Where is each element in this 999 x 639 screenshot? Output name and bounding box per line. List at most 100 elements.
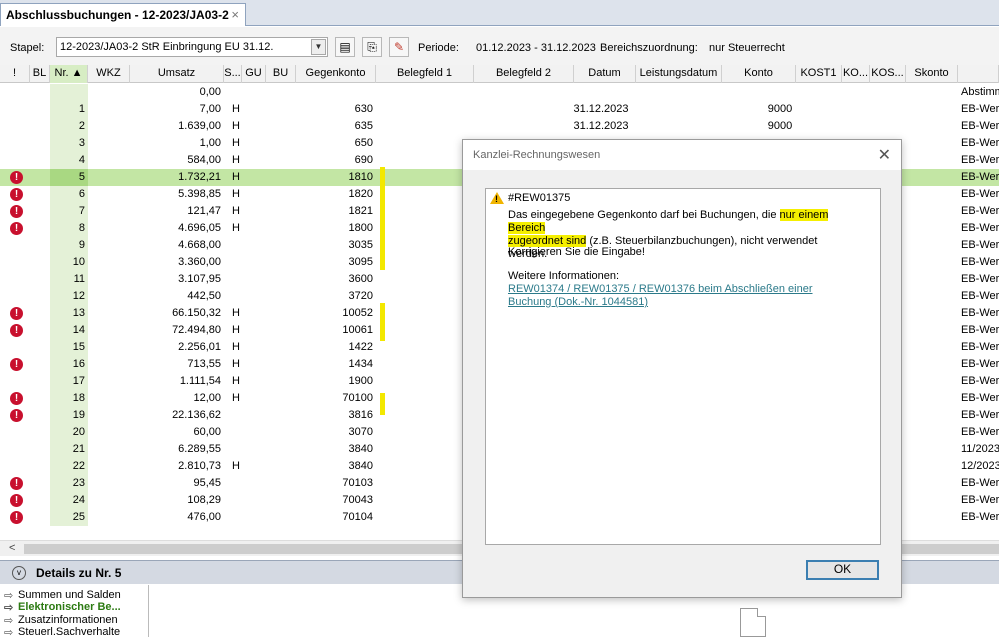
gegenkonto-cell[interactable]: 10061 xyxy=(296,322,376,339)
gegenkonto-cell[interactable] xyxy=(296,84,376,101)
gegenkonto-cell[interactable]: 1810 xyxy=(296,169,376,186)
soll-haben-cell[interactable] xyxy=(224,441,242,458)
nr-cell[interactable]: 17 xyxy=(50,373,88,390)
error-cell[interactable]: ! xyxy=(0,203,30,220)
ok-button[interactable]: OK xyxy=(806,560,879,580)
soll-haben-cell[interactable]: H xyxy=(224,135,242,152)
error-icon[interactable]: ! xyxy=(10,511,23,524)
soll-haben-cell[interactable] xyxy=(224,509,242,526)
soll-haben-cell[interactable]: H xyxy=(224,118,242,135)
info-cell[interactable]: EB-Wert xyxy=(958,271,999,288)
error-cell[interactable]: ! xyxy=(0,475,30,492)
info-cell[interactable]: Abstimm xyxy=(958,84,999,101)
column-header[interactable]: Nr. ▲ xyxy=(50,65,88,83)
gegenkonto-cell[interactable]: 635 xyxy=(296,118,376,135)
error-cell[interactable] xyxy=(0,339,30,356)
column-header[interactable]: KOST1 xyxy=(796,65,842,83)
soll-haben-cell[interactable]: H xyxy=(224,169,242,186)
scroll-left-icon[interactable]: < xyxy=(9,542,15,554)
error-cell[interactable]: ! xyxy=(0,186,30,203)
column-header[interactable]: Umsatz xyxy=(130,65,224,83)
column-header[interactable]: Gegenkonto xyxy=(296,65,376,83)
umsatz-cell[interactable]: 5.398,85 xyxy=(130,186,224,203)
error-icon[interactable]: ! xyxy=(10,171,23,184)
nr-cell[interactable]: 1 xyxy=(50,101,88,118)
nr-cell[interactable]: 24 xyxy=(50,492,88,509)
error-cell[interactable] xyxy=(0,118,30,135)
nr-cell[interactable]: 7 xyxy=(50,203,88,220)
info-cell[interactable]: 11/2023 xyxy=(958,441,999,458)
nr-cell[interactable]: 20 xyxy=(50,424,88,441)
umsatz-cell[interactable]: 72.494,80 xyxy=(130,322,224,339)
close-icon[interactable]: ✕ xyxy=(878,145,891,165)
export-icon[interactable]: ⎘ xyxy=(362,37,382,57)
gegenkonto-cell[interactable]: 1820 xyxy=(296,186,376,203)
umsatz-cell[interactable]: 0,00 xyxy=(130,84,224,101)
column-header[interactable]: KO... xyxy=(842,65,870,83)
soll-haben-cell[interactable]: H xyxy=(224,458,242,475)
umsatz-cell[interactable]: 2.810,73 xyxy=(130,458,224,475)
table-row[interactable]: 0,00 Abstimm xyxy=(0,84,999,101)
error-cell[interactable] xyxy=(0,237,30,254)
nr-cell[interactable]: 11 xyxy=(50,271,88,288)
gegenkonto-cell[interactable]: 3720 xyxy=(296,288,376,305)
soll-haben-cell[interactable] xyxy=(224,424,242,441)
nr-cell[interactable]: 13 xyxy=(50,305,88,322)
chevron-down-icon[interactable]: ▼ xyxy=(311,39,326,55)
pencil-icon[interactable]: ✎ xyxy=(389,37,409,57)
nr-cell[interactable]: 14 xyxy=(50,322,88,339)
umsatz-cell[interactable]: 4.696,05 xyxy=(130,220,224,237)
nr-cell[interactable]: 10 xyxy=(50,254,88,271)
info-cell[interactable]: EB-Wert xyxy=(958,305,999,322)
info-cell[interactable]: EB-Wert xyxy=(958,152,999,169)
nr-cell[interactable]: 6 xyxy=(50,186,88,203)
soll-haben-cell[interactable]: H xyxy=(224,305,242,322)
error-cell[interactable] xyxy=(0,101,30,118)
info-cell[interactable]: EB-Wert xyxy=(958,373,999,390)
umsatz-cell[interactable]: 3.360,00 xyxy=(130,254,224,271)
soll-haben-cell[interactable]: H xyxy=(224,101,242,118)
umsatz-cell[interactable]: 7,00 xyxy=(130,101,224,118)
gegenkonto-cell[interactable]: 3816 xyxy=(296,407,376,424)
umsatz-cell[interactable]: 442,50 xyxy=(130,288,224,305)
soll-haben-cell[interactable] xyxy=(224,288,242,305)
umsatz-cell[interactable]: 108,29 xyxy=(130,492,224,509)
tab-abschlussbuchungen[interactable]: Abschlussbuchungen - 12-2023/JA03-2 × xyxy=(0,3,246,26)
error-cell[interactable]: ! xyxy=(0,356,30,373)
stapel-dropdown[interactable]: 12-2023/JA03-2 StR Einbringung EU 31.12.… xyxy=(56,37,328,57)
info-cell[interactable]: EB-Wert xyxy=(958,101,999,118)
list-icon[interactable]: ▤ xyxy=(335,37,355,57)
error-icon[interactable]: ! xyxy=(10,188,23,201)
nr-cell[interactable]: 8 xyxy=(50,220,88,237)
error-icon[interactable]: ! xyxy=(10,477,23,490)
close-icon[interactable]: × xyxy=(231,7,239,22)
umsatz-cell[interactable]: 476,00 xyxy=(130,509,224,526)
error-cell[interactable] xyxy=(0,254,30,271)
error-cell[interactable] xyxy=(0,441,30,458)
error-cell[interactable]: ! xyxy=(0,220,30,237)
column-header[interactable]: GU xyxy=(242,65,266,83)
umsatz-cell[interactable]: 584,00 xyxy=(130,152,224,169)
column-header[interactable]: Leistungsdatum xyxy=(636,65,722,83)
details-nav-item[interactable]: ⇨ Elektronischer Be... xyxy=(4,601,121,614)
error-cell[interactable] xyxy=(0,152,30,169)
gegenkonto-cell[interactable]: 3840 xyxy=(296,441,376,458)
nr-cell[interactable]: 21 xyxy=(50,441,88,458)
umsatz-cell[interactable]: 4.668,00 xyxy=(130,237,224,254)
error-cell[interactable]: ! xyxy=(0,322,30,339)
gegenkonto-cell[interactable]: 70043 xyxy=(296,492,376,509)
info-cell[interactable]: EB-Wert xyxy=(958,475,999,492)
error-icon[interactable]: ! xyxy=(10,324,23,337)
umsatz-cell[interactable]: 60,00 xyxy=(130,424,224,441)
details-nav-item[interactable]: ⇨ Zusatzinformationen xyxy=(4,614,118,627)
umsatz-cell[interactable]: 2.256,01 xyxy=(130,339,224,356)
soll-haben-cell[interactable] xyxy=(224,254,242,271)
nr-cell[interactable]: 12 xyxy=(50,288,88,305)
error-cell[interactable]: ! xyxy=(0,407,30,424)
gegenkonto-cell[interactable]: 3840 xyxy=(296,458,376,475)
umsatz-cell[interactable]: 1.111,54 xyxy=(130,373,224,390)
umsatz-cell[interactable]: 1.732,21 xyxy=(130,169,224,186)
soll-haben-cell[interactable] xyxy=(224,237,242,254)
soll-haben-cell[interactable]: H xyxy=(224,339,242,356)
error-cell[interactable]: ! xyxy=(0,390,30,407)
